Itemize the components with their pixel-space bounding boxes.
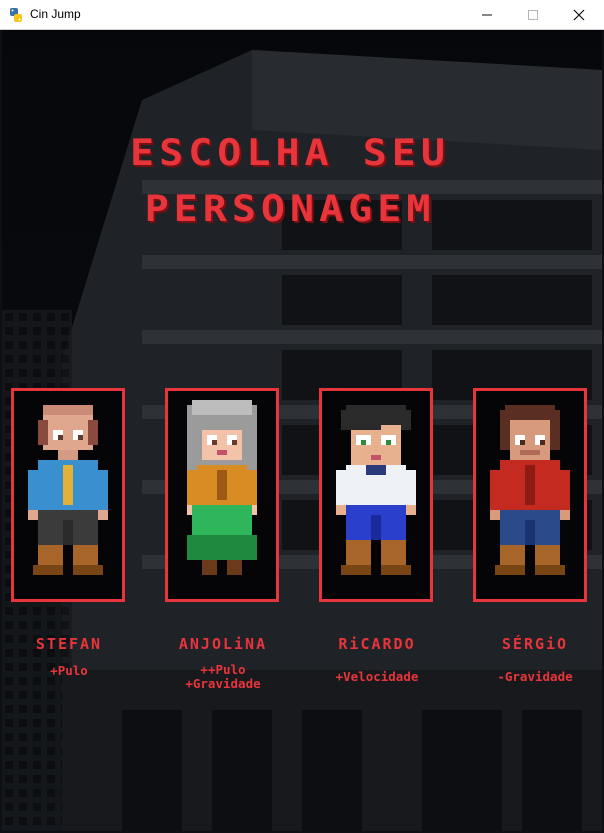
character-bonus-ricardo: +Velocidade xyxy=(335,669,419,684)
character-name-ricardo: RiCARDO xyxy=(338,635,416,653)
window-titlebar: Cin Jump xyxy=(0,0,604,30)
minimize-icon xyxy=(482,14,492,16)
character-bonus-anjolina-1: ++Pulo xyxy=(200,662,246,677)
character-bonus-stefan: +Pulo xyxy=(50,663,88,678)
character-bonus-sergio: -Gravidade xyxy=(497,669,573,684)
screen-title-line-1: ESCOLHA SEU xyxy=(130,131,450,175)
window-title: Cin Jump xyxy=(30,7,81,21)
maximize-button[interactable] xyxy=(510,0,556,30)
character-name-anjolina: ANJOLiNA xyxy=(178,635,268,653)
close-icon xyxy=(573,9,585,21)
close-button[interactable] xyxy=(556,0,602,30)
character-card-anjolina[interactable] xyxy=(165,388,279,602)
minimize-button[interactable] xyxy=(464,0,510,30)
python-icon xyxy=(10,8,22,22)
anjolina-sprite xyxy=(187,400,257,575)
character-card-sergio[interactable] xyxy=(473,388,587,602)
maximize-icon xyxy=(528,10,538,20)
character-name-sergio: SÉRGiO xyxy=(501,635,569,653)
stefan-sprite xyxy=(28,405,108,575)
screen-title-line-2: PERSONAGEM xyxy=(144,187,436,231)
ricardo-sprite xyxy=(336,405,416,575)
sergio-sprite xyxy=(490,405,570,575)
character-bonus-anjolina-2: +Gravidade xyxy=(185,676,261,691)
character-card-ricardo[interactable] xyxy=(319,388,433,602)
character-card-stefan[interactable] xyxy=(11,388,125,602)
game-canvas: ESCOLHA SEU PERSONAGEM STEFAN ANJOLiNA R… xyxy=(2,30,602,831)
character-name-stefan: STEFAN xyxy=(35,635,103,653)
